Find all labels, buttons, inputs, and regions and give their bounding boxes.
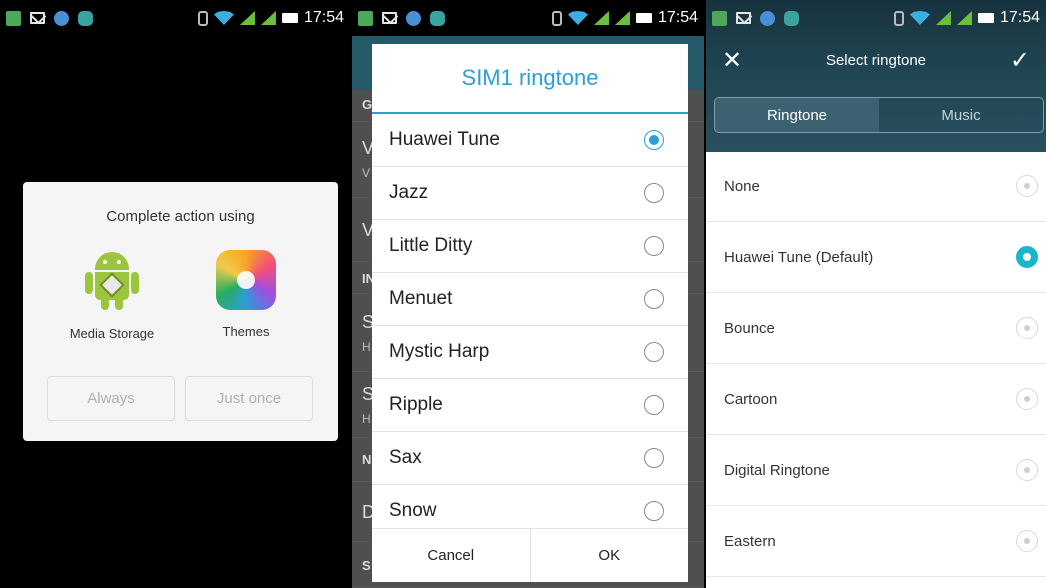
ringtone-option[interactable]: Eastern bbox=[706, 506, 1046, 577]
check-icon[interactable]: ✓ bbox=[1000, 46, 1030, 75]
app-label: Media Storage bbox=[69, 326, 155, 341]
cancel-button[interactable]: Cancel bbox=[372, 529, 530, 582]
android-debug-icon bbox=[784, 10, 799, 26]
signal-icon bbox=[614, 11, 630, 25]
radio-icon[interactable] bbox=[1016, 530, 1038, 552]
mail-icon bbox=[736, 12, 751, 24]
chooser-title: Complete action using bbox=[106, 208, 255, 225]
ringtone-option[interactable]: Jazz bbox=[372, 167, 688, 220]
radio-icon[interactable] bbox=[644, 448, 664, 468]
chooser-dialog: Complete action using Media Storage Them… bbox=[23, 182, 338, 441]
ringtone-option[interactable]: Bounce bbox=[706, 293, 1046, 364]
android-debug-icon bbox=[430, 10, 445, 26]
ringtone-option[interactable]: Huawei Tune bbox=[372, 114, 688, 167]
sim1-ringtone-dialog: SIM1 ringtone Huawei Tune Jazz Little Di… bbox=[372, 44, 688, 582]
ringtone-option[interactable]: None bbox=[706, 151, 1046, 222]
close-icon[interactable]: ✕ bbox=[722, 46, 752, 75]
vibrate-icon bbox=[893, 10, 904, 26]
vibrate-icon bbox=[197, 10, 208, 26]
status-bar: 17:54 bbox=[352, 0, 704, 36]
notification-app-icon bbox=[712, 10, 727, 26]
battery-icon bbox=[977, 13, 994, 23]
tab-bar: Ringtone Music bbox=[714, 97, 1044, 133]
signal-icon bbox=[956, 11, 972, 25]
signal-icon bbox=[260, 11, 276, 25]
usb-icon bbox=[760, 10, 775, 26]
radio-icon[interactable] bbox=[1016, 459, 1038, 481]
radio-icon[interactable] bbox=[644, 289, 664, 309]
radio-selected-icon[interactable] bbox=[1016, 246, 1038, 268]
ringtone-option[interactable]: Menuet bbox=[372, 273, 688, 326]
ringtone-dialog-screen: 17:54 G VV V IN SH SH N D S SIM1 rington… bbox=[352, 0, 704, 588]
ringtone-list: Huawei Tune Jazz Little Ditty Menuet Mys… bbox=[372, 114, 688, 538]
signal-icon bbox=[239, 11, 255, 25]
signal-icon bbox=[593, 11, 609, 25]
tab-ringtone[interactable]: Ringtone bbox=[715, 98, 879, 132]
radio-icon[interactable] bbox=[644, 183, 664, 203]
radio-selected-icon[interactable] bbox=[644, 130, 664, 150]
status-bar: 17:54 bbox=[0, 0, 350, 36]
ringtone-option[interactable]: Little Ditty bbox=[372, 220, 688, 273]
ringtone-option[interactable]: Digital Ringtone bbox=[706, 435, 1046, 506]
radio-icon[interactable] bbox=[644, 342, 664, 362]
select-ringtone-screen: 17:54 ✕ Select ringtone ✓ Ringtone Music… bbox=[706, 0, 1046, 588]
mail-icon bbox=[382, 12, 397, 24]
vibrate-icon bbox=[551, 10, 562, 26]
wifi-icon bbox=[909, 11, 930, 25]
ringtone-option[interactable]: Mystic Harp bbox=[372, 326, 688, 379]
radio-icon[interactable] bbox=[1016, 175, 1038, 197]
status-time: 17:54 bbox=[303, 9, 344, 26]
ringtone-option[interactable]: Huawei Tune (Default) bbox=[706, 222, 1046, 293]
ringtone-option[interactable]: Cartoon bbox=[706, 364, 1046, 435]
wifi-icon bbox=[213, 11, 234, 25]
app-label: Themes bbox=[222, 324, 270, 339]
app-chooser-screen: 17:54 Complete action using Media Storag… bbox=[0, 0, 350, 588]
status-time: 17:54 bbox=[999, 9, 1040, 26]
always-button[interactable]: Always bbox=[47, 376, 175, 421]
signal-icon bbox=[935, 11, 951, 25]
radio-icon[interactable] bbox=[644, 501, 664, 521]
radio-icon[interactable] bbox=[1016, 317, 1038, 339]
radio-icon[interactable] bbox=[644, 236, 664, 256]
just-once-button[interactable]: Just once bbox=[185, 376, 313, 421]
dialog-title: SIM1 ringtone bbox=[372, 44, 688, 114]
app-option-media-storage[interactable]: Media Storage bbox=[47, 250, 177, 341]
notification-app-icon bbox=[358, 10, 373, 26]
battery-icon bbox=[635, 13, 652, 23]
dialog-buttons: Cancel OK bbox=[372, 528, 688, 582]
radio-icon[interactable] bbox=[1016, 388, 1038, 410]
ringtone-option[interactable]: Ripple bbox=[372, 379, 688, 432]
app-option-themes[interactable]: Themes bbox=[181, 250, 311, 339]
notification-app-icon bbox=[6, 10, 21, 26]
ok-button[interactable]: OK bbox=[529, 529, 689, 582]
wifi-icon bbox=[567, 11, 588, 25]
android-icon bbox=[81, 250, 143, 312]
title-bar: ✕ Select ringtone ✓ bbox=[706, 36, 1046, 84]
status-time: 17:54 bbox=[657, 9, 698, 26]
themes-icon bbox=[216, 250, 276, 310]
tab-music[interactable]: Music bbox=[879, 98, 1043, 132]
usb-icon bbox=[406, 10, 421, 26]
ringtone-option[interactable]: Sax bbox=[372, 432, 688, 485]
android-debug-icon bbox=[78, 10, 93, 26]
radio-icon[interactable] bbox=[644, 395, 664, 415]
usb-icon bbox=[54, 10, 69, 26]
mail-icon bbox=[30, 12, 45, 24]
ringtone-list: None Huawei Tune (Default) Bounce Cartoo… bbox=[706, 151, 1046, 577]
page-title: Select ringtone bbox=[825, 51, 927, 69]
battery-icon bbox=[281, 13, 298, 23]
status-bar: 17:54 bbox=[706, 0, 1046, 36]
